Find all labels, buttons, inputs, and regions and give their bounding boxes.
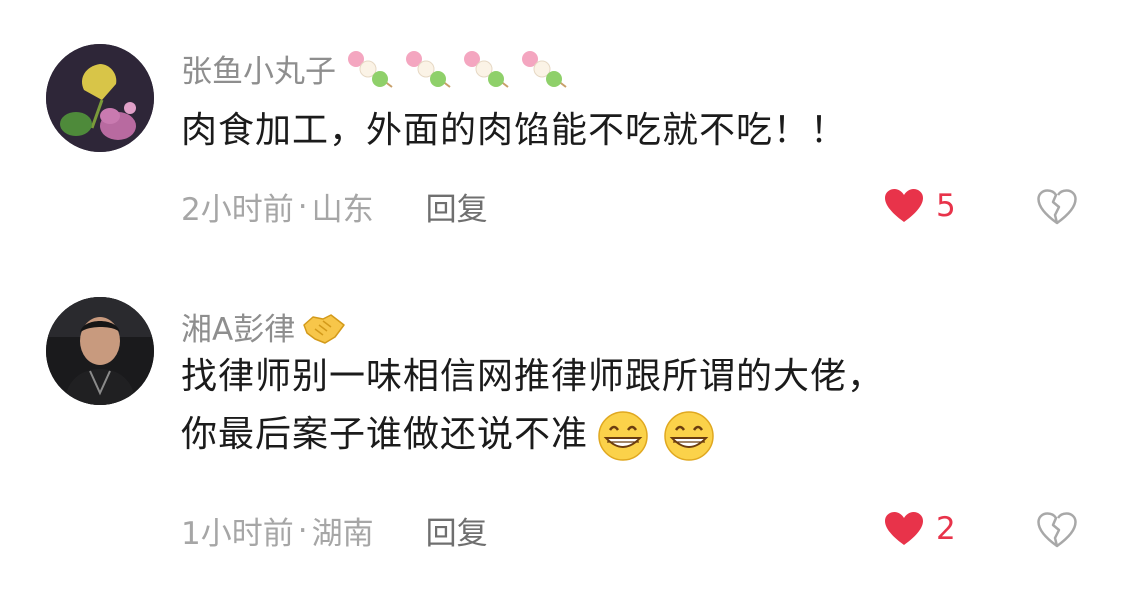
grinning-face-icon (592, 408, 654, 462)
username-text: 张鱼小丸子 (181, 54, 336, 90)
meta-separator: · (297, 512, 308, 549)
username[interactable]: 张鱼小丸子 (181, 46, 572, 91)
grinning-face-icon (658, 408, 720, 462)
like-count: 2 (936, 511, 956, 547)
comment-item: 张鱼小丸子 肉食加工，外面的肉馅能不吃就不吃！！ 2小时前 · 山东 回复 5 (0, 0, 1128, 270)
comment-text-line: 你最后案子谁做还说不准 (181, 414, 589, 455)
comment-text-line: 找律师别一味相信网推律师跟所谓的大佬， (181, 356, 885, 397)
like-count: 5 (936, 188, 956, 224)
comment-location: 湖南 (311, 516, 374, 552)
comment-location: 山东 (311, 192, 374, 228)
broken-heart-icon (1037, 512, 1077, 548)
comment-body: 找律师别一味相信网推律师跟所谓的大佬， 你最后案子谁做还说不准 (181, 348, 1081, 464)
broken-heart-icon (1037, 189, 1077, 225)
handshake-icon (301, 307, 347, 347)
user-avatar[interactable] (46, 44, 154, 152)
man-portrait-avatar-icon (46, 297, 154, 405)
heart-filled-icon (885, 189, 923, 222)
like-button[interactable]: 2 (884, 511, 956, 547)
dislike-button[interactable] (1037, 189, 1077, 229)
meta-separator: · (297, 188, 308, 225)
username[interactable]: 湘A彭律 (181, 304, 347, 349)
dango-icon (342, 47, 572, 91)
comment-meta: 1小时前 · 湖南 回复 (181, 508, 488, 553)
ginkgo-flower-avatar-icon (46, 44, 154, 152)
reply-button[interactable]: 回复 (426, 184, 488, 229)
dislike-button[interactable] (1037, 512, 1077, 552)
reply-button[interactable]: 回复 (426, 508, 488, 553)
like-button[interactable]: 5 (884, 188, 956, 224)
comment-item: 湘A彭律 找律师别一味相信网推律师跟所谓的大佬， 你最后案子谁做还说不准 1小时… (0, 270, 1128, 600)
comment-time: 2小时前 (181, 192, 294, 228)
comment-meta: 2小时前 · 山东 回复 (181, 184, 488, 229)
comment-body: 肉食加工，外面的肉馅能不吃就不吃！！ (181, 102, 847, 160)
username-text: 湘A彭律 (181, 312, 296, 348)
comment-text-line: 肉食加工，外面的肉馅能不吃就不吃！！ (181, 110, 848, 151)
comment-time: 1小时前 (181, 516, 294, 552)
heart-filled-icon (885, 512, 923, 545)
comment-text-line-wrapper: 你最后案子谁做还说不准 (181, 406, 1081, 464)
user-avatar[interactable] (46, 297, 154, 405)
